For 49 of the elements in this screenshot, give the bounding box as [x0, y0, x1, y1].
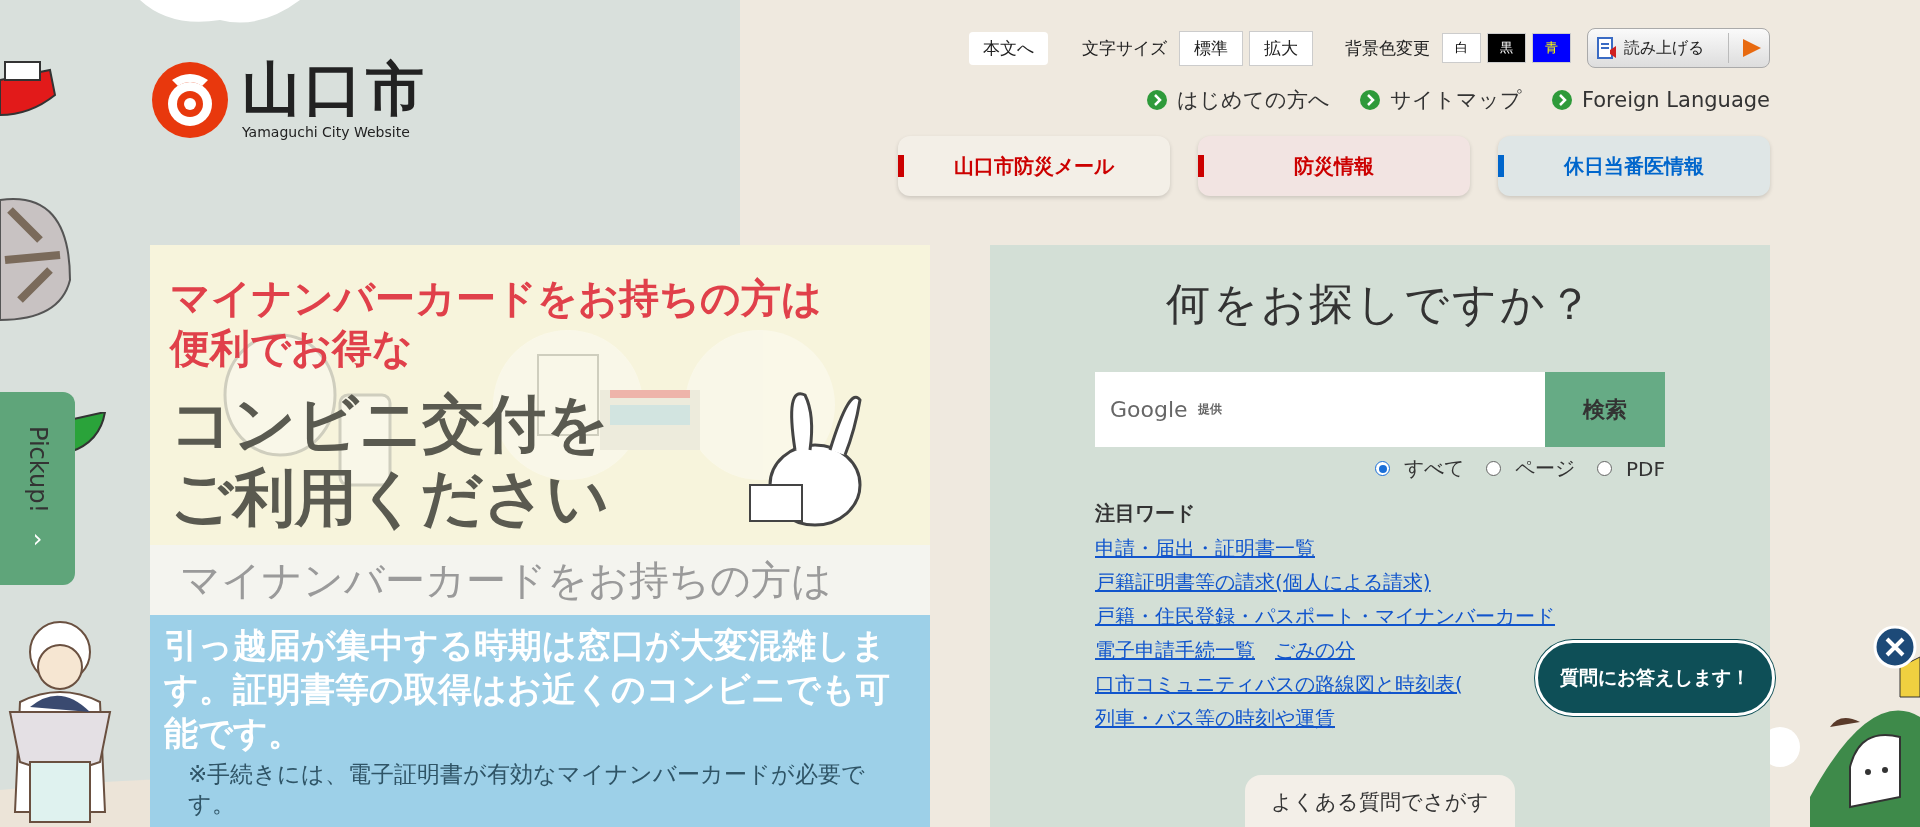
keyword-link[interactable]: 戸籍・住民登録・パスポート・マイナンバーカード: [1095, 601, 1555, 631]
radio-button[interactable]: [1375, 461, 1391, 476]
nav-link[interactable]: Foreign Language: [1551, 86, 1770, 114]
keyword-link[interactable]: 口市コミュニティバスの路線図と時刻表(: [1095, 669, 1463, 699]
provider-logo: Google: [1110, 397, 1188, 422]
banner-notice: 引っ越届が集中する時期は窓口が大変混雑します。証明書等の取得はお近くのコンビニでも可能です。: [164, 624, 891, 755]
search-button[interactable]: 検索: [1545, 372, 1665, 447]
scope-radio[interactable]: PDF: [1597, 455, 1665, 482]
pickup-tab[interactable]: Pickup! ›: [0, 392, 75, 585]
boat-drawing: [0, 60, 57, 117]
bg-color-button[interactable]: 白: [1442, 33, 1481, 63]
scope-radio[interactable]: ページ: [1486, 455, 1576, 482]
faq-button[interactable]: よくある質問でさがす: [1245, 775, 1515, 827]
nav-link[interactable]: はじめての方へ: [1146, 86, 1330, 114]
read-aloud-button[interactable]: 読み上げる: [1587, 28, 1770, 68]
quick-link-button[interactable]: 防災情報: [1198, 136, 1470, 196]
keyword-link[interactable]: 申請・届出・証明書一覧: [1095, 533, 1315, 563]
skip-link[interactable]: 本文へ: [969, 31, 1048, 65]
banner-headline: マイナンバーカードをお持ちの方は 便利でお得な: [170, 274, 823, 373]
quick-link-button[interactable]: 山口市防災メール: [898, 136, 1170, 196]
radio-button[interactable]: [1486, 461, 1502, 476]
close-icon[interactable]: [1873, 625, 1917, 669]
bg-color-label: 背景色変更: [1345, 36, 1430, 60]
keyword-link[interactable]: 電子申請手続一覧: [1095, 635, 1255, 665]
speaker-icon: [1596, 36, 1618, 60]
bg-color-button[interactable]: 黒: [1487, 33, 1526, 63]
font-size-button[interactable]: 標準: [1179, 30, 1243, 66]
search-heading: 何をお探しですか？: [1164, 277, 1596, 331]
keyword-link[interactable]: ごみの分: [1275, 635, 1355, 665]
search-field[interactable]: Google 提供: [1095, 372, 1545, 447]
keyword-link[interactable]: 戸籍証明書等の請求(個人による請求): [1095, 567, 1431, 597]
nav-link[interactable]: サイトマップ: [1359, 86, 1522, 114]
banner-note: ※手続きには、電子証明書が有効なマイナンバーカードが必要です。: [188, 760, 867, 819]
bg-color-button[interactable]: 青: [1532, 33, 1571, 63]
quick-link-button[interactable]: 休日当番医情報: [1498, 136, 1770, 196]
keyword-link[interactable]: 列車・バス等の時刻や運賃: [1095, 703, 1335, 733]
keywords-heading: 注目ワード: [1095, 500, 1196, 527]
city-emblem-icon: [150, 60, 230, 140]
logo-text: 山口市: [242, 60, 428, 118]
play-icon: [1743, 39, 1761, 57]
scope-radio[interactable]: すべて: [1375, 455, 1465, 482]
banner-subtitle: マイナンバーカードをお持ちの方は: [180, 556, 832, 604]
provider-note: 提供: [1197, 401, 1222, 418]
font-size-button[interactable]: 拡大: [1249, 30, 1313, 66]
font-size-label: 文字サイズ: [1082, 36, 1167, 60]
banner-title: コンビニ交付を ご利用ください: [170, 387, 610, 535]
logo-subtitle: Yamaguchi City Website: [242, 124, 411, 140]
radio-button[interactable]: [1597, 461, 1613, 476]
chat-bubble[interactable]: 質問にお答えします！: [1535, 640, 1775, 716]
